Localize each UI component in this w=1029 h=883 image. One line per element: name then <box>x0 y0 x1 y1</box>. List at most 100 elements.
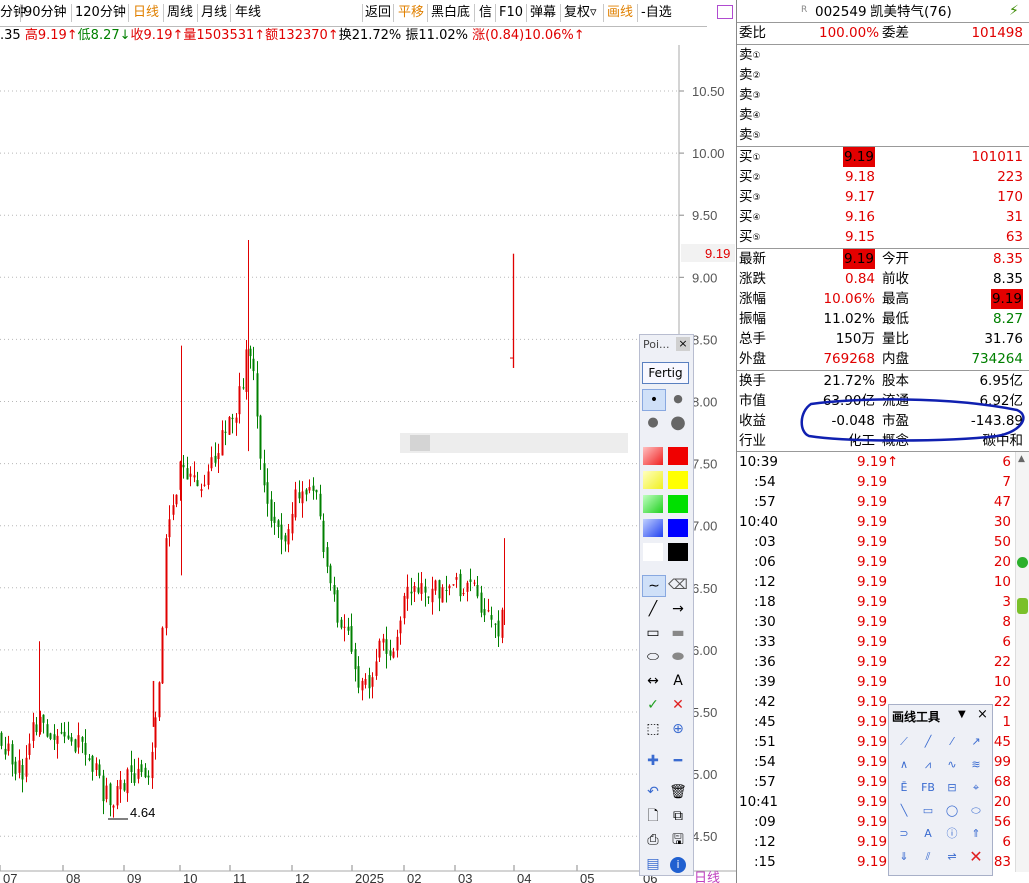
color-swatch-blue[interactable] <box>668 519 688 537</box>
fibonacci-icon[interactable]: FB <box>918 779 938 797</box>
adjust-dropdown[interactable]: 复权▿ <box>564 3 597 23</box>
box-tool-icon[interactable]: ▭ <box>918 802 938 820</box>
print-icon[interactable]: ⎙ <box>642 830 664 850</box>
double-arrow-icon[interactable]: ↔ <box>642 671 664 691</box>
back-button[interactable]: 返回 <box>365 3 391 23</box>
tab-120min[interactable]: 120分钟 <box>75 3 126 23</box>
filled-rectangle-icon[interactable]: ▬ <box>667 623 689 643</box>
info-button[interactable]: 信 <box>479 3 492 23</box>
line-icon[interactable]: ╱ <box>642 599 664 619</box>
tab-90min[interactable]: 90分钟 <box>24 3 67 23</box>
add-watchlist-button[interactable]: -自选 <box>641 3 672 23</box>
undo-icon[interactable]: ↶ <box>642 782 664 802</box>
wave-tool-icon[interactable]: ∧ <box>894 756 914 774</box>
copy-icon[interactable]: ⧉ <box>667 806 689 826</box>
bid-price: 9.17 <box>844 189 875 205</box>
dot-xlarge-icon[interactable]: ● <box>667 413 689 433</box>
cross-icon[interactable]: ✕ <box>667 695 689 715</box>
minus-icon[interactable]: ━ <box>667 751 689 771</box>
candle-body <box>469 579 472 582</box>
freehand-icon[interactable]: ∼ <box>642 575 666 597</box>
plus-icon[interactable]: ✚ <box>642 751 664 771</box>
color-swatch-white[interactable] <box>643 543 663 561</box>
gann-icon[interactable]: ⊟ <box>942 779 962 797</box>
color-swatch-red[interactable] <box>668 447 688 465</box>
delete-all-icon[interactable]: ✕ <box>966 848 986 866</box>
draw-panel-dropdown[interactable]: ▼ <box>958 709 966 720</box>
select-area-icon[interactable]: ⬚ <box>642 719 664 739</box>
filled-ellipse-icon[interactable]: ⬬ <box>667 647 689 667</box>
target-icon[interactable]: ⌖ <box>966 779 986 797</box>
arrow-line-icon[interactable]: → <box>667 599 689 619</box>
checkmark-icon[interactable]: ✓ <box>642 695 664 715</box>
bid-price: 9.15 <box>844 229 875 245</box>
zoom-icon[interactable]: ⊕ <box>667 719 689 739</box>
tab-daily[interactable]: 日线 <box>133 3 159 23</box>
new-page-icon[interactable]: 🗋 <box>642 806 664 826</box>
fund-value-2: 6.95亿 <box>979 373 1023 389</box>
parallel-tool-icon[interactable]: ⁄ <box>942 733 962 751</box>
color-swatch-black[interactable] <box>668 543 688 561</box>
candle-body <box>81 737 84 742</box>
tab-minute[interactable]: 分钟 <box>0 3 26 23</box>
ray-tool-icon[interactable]: ⟋ <box>894 733 914 751</box>
circle-tool-icon[interactable]: ◯ <box>942 802 962 820</box>
curve-tool-icon[interactable]: ∿ <box>942 756 962 774</box>
zigzag-tool-icon[interactable]: ⩘ <box>918 756 938 774</box>
down-marker-icon[interactable]: ⇓ <box>894 848 914 866</box>
screen-icon[interactable]: ▤ <box>642 854 664 874</box>
candle-body <box>424 586 427 593</box>
eraser-icon[interactable]: ⌫ <box>667 575 689 595</box>
trash-icon[interactable]: 🗑 <box>667 782 689 802</box>
candle-body <box>305 489 308 495</box>
candle-body <box>462 592 465 595</box>
rectangle-icon[interactable]: ▭ <box>642 623 664 643</box>
channel-tool-icon[interactable]: ≋ <box>966 756 986 774</box>
ellipse-tool-icon[interactable]: ⬭ <box>966 802 986 820</box>
segment-tool-icon[interactable]: ╱ <box>918 733 938 751</box>
trend-line-icon[interactable]: ╲ <box>894 802 914 820</box>
danmaku-button[interactable]: 弹幕 <box>530 3 556 23</box>
dot-small-icon[interactable]: • <box>642 389 666 411</box>
tick-time: :33 <box>754 634 776 650</box>
tab-weekly[interactable]: 周线 <box>167 3 193 23</box>
draw-line-button[interactable]: 画线 <box>607 3 633 23</box>
arc-tool-icon[interactable]: ⊃ <box>894 825 914 843</box>
info-icon[interactable]: i <box>667 854 689 874</box>
candle-body <box>298 492 301 499</box>
color-swatch-light-green[interactable] <box>643 495 663 513</box>
candle-body <box>438 580 441 599</box>
tab-yearly[interactable]: 年线 <box>235 3 261 23</box>
up-marker-icon[interactable]: ⇑ <box>966 825 986 843</box>
f10-button[interactable]: F10 <box>499 3 523 23</box>
text-tool-icon[interactable]: A <box>667 671 689 691</box>
save-icon[interactable]: 🖫 <box>667 830 689 850</box>
text-tool-icon[interactable]: A <box>918 825 938 843</box>
candlestick-chart[interactable]: 10.50 10.00 9.50 9.00 8.50 8.00 7.50 7.00 6.50 6.… <box>0 45 736 883</box>
arrow-tool-icon[interactable]: ↗ <box>966 733 986 751</box>
fib-extension-icon[interactable]: Ē <box>894 779 914 797</box>
poi-close-button[interactable]: × <box>676 337 690 351</box>
dot-large-icon[interactable]: ● <box>642 413 664 433</box>
candle-body <box>95 763 98 770</box>
swap-icon[interactable]: ⇌ <box>942 848 962 866</box>
color-swatch-light-blue[interactable] <box>643 519 663 537</box>
tab-monthly[interactable]: 月线 <box>201 3 227 23</box>
note-tool-icon[interactable]: ⓘ <box>942 825 962 843</box>
candle-body <box>158 682 161 718</box>
dot-medium-icon[interactable]: ● <box>667 389 689 409</box>
ellipse-icon[interactable]: ⬭ <box>642 647 664 667</box>
layout-toggle-icon[interactable] <box>717 5 733 19</box>
draw-panel-close-button[interactable]: × <box>977 707 988 722</box>
color-swatch-yellow[interactable] <box>668 471 688 489</box>
pan-button[interactable]: 平移 <box>398 3 424 23</box>
pencil-tool-icon[interactable]: ⫽ <box>918 848 938 866</box>
color-swatch-light-red[interactable] <box>643 447 663 465</box>
scroll-up-icon[interactable]: ▲ <box>1018 454 1025 464</box>
done-button[interactable]: Fertig <box>642 362 689 384</box>
lightning-icon[interactable]: ⚡ <box>1009 3 1019 19</box>
black-white-bg-button[interactable]: 黑白底 <box>431 3 470 23</box>
color-swatch-light-yellow[interactable] <box>643 471 663 489</box>
tick-scrollbar[interactable]: ▲ <box>1015 452 1029 872</box>
color-swatch-green[interactable] <box>668 495 688 513</box>
